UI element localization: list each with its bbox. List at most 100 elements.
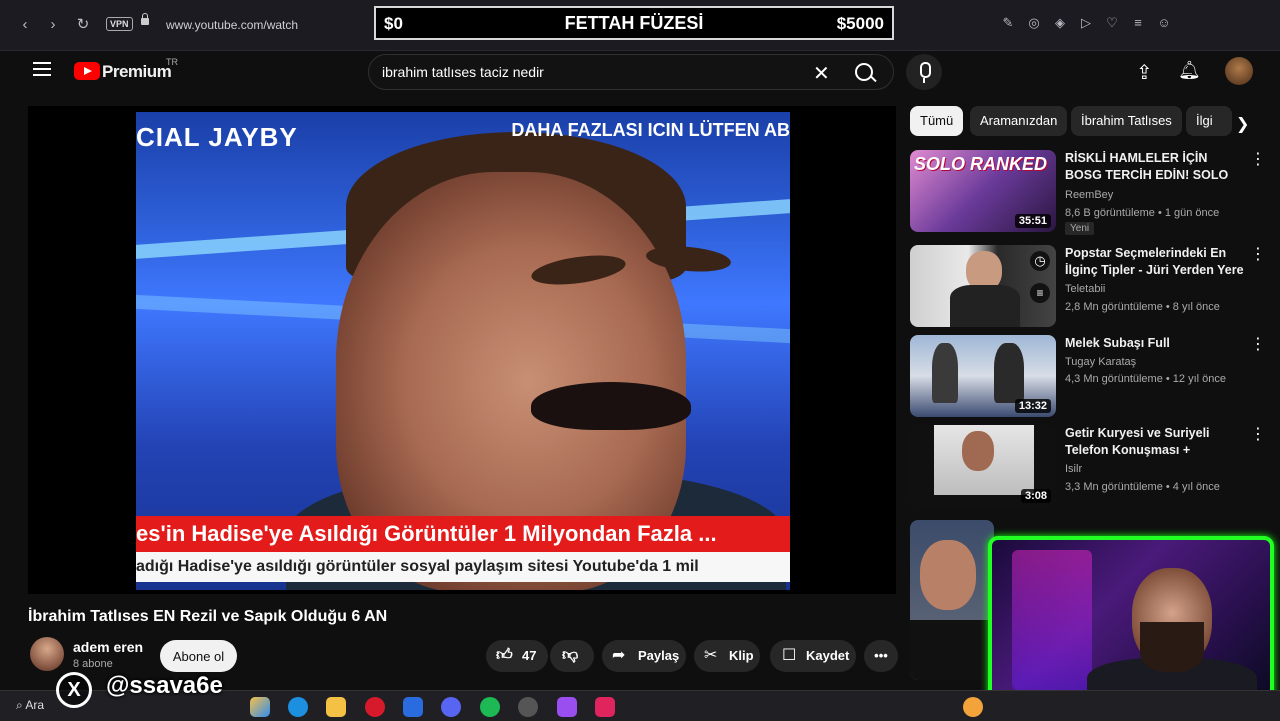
yandex-icon[interactable]	[595, 697, 615, 717]
social-handle-watermark: @ssava6e	[56, 672, 223, 700]
clip-label: Klip	[729, 648, 754, 663]
spotify-icon[interactable]	[480, 697, 500, 717]
weather-icon[interactable]	[963, 697, 983, 717]
play-icon[interactable]: ▷	[1078, 15, 1094, 31]
recommendation-channel[interactable]: ReemBey	[1065, 189, 1113, 201]
chevron-right-icon[interactable]: ❯	[1236, 114, 1249, 134]
reload-icon[interactable]: ↻	[72, 14, 94, 36]
recommendation-title[interactable]: Popstar Seçmelerindeki En İlginç Tipler …	[1065, 245, 1245, 279]
recommendation-title[interactable]: Getir Kuryesi ve Suriyeli Telefon Konuşm…	[1065, 425, 1245, 459]
recommendation-item[interactable]: ◷ ≡ Popstar Seçmelerindeki En İlginç Tip…	[910, 245, 1270, 331]
clip-button[interactable]: ✂ Klip	[694, 640, 760, 672]
streamer-beard	[1140, 622, 1204, 672]
microphone-icon[interactable]	[906, 54, 942, 90]
lock-icon	[141, 13, 149, 25]
video-player[interactable]: CIAL JAYBY DAHA FAZLASI ICIN LÜTFEN AB e…	[28, 106, 896, 594]
recommendation-thumbnail-partial[interactable]	[910, 520, 994, 680]
video-thumbnail[interactable]: 13:32	[910, 335, 1056, 417]
recommendation-meta: 4,3 Mn görüntüleme • 12 yıl önce	[1065, 373, 1226, 385]
profile-icon[interactable]: ☺	[1156, 15, 1172, 31]
recommendation-channel[interactable]: Tugay Karataş	[1065, 356, 1136, 368]
search-input[interactable]: ibrahim tatlıses taciz nedir	[382, 64, 544, 80]
chip-from-search[interactable]: Aramanızdan	[970, 106, 1068, 136]
account-avatar[interactable]	[1225, 57, 1253, 85]
share-label: Paylaş	[638, 648, 680, 663]
save-button[interactable]: ☐ Kaydet	[770, 640, 856, 672]
opera-icon[interactable]	[365, 697, 385, 717]
chip-all[interactable]: Tümü	[910, 106, 964, 136]
obs-icon[interactable]	[518, 697, 538, 717]
mail-icon[interactable]	[403, 697, 423, 717]
dislike-button[interactable]: 👎︎	[550, 640, 594, 672]
list-icon[interactable]: ≡	[1130, 15, 1146, 31]
taskbar-search-label: Ara	[25, 698, 45, 712]
address-bar[interactable]: www.youtube.com/watch	[166, 18, 298, 32]
more-options-icon[interactable]: ⋮	[1250, 337, 1266, 353]
search-bar: ibrahim tatlıses taciz nedir ✕	[368, 54, 894, 90]
video-caption-top-left: CIAL JAYBY	[136, 122, 298, 152]
subscribe-button[interactable]: Abone ol	[160, 640, 237, 672]
app-icon[interactable]	[557, 697, 577, 717]
video-duration: 3:08	[1020, 489, 1051, 503]
edge-icon[interactable]	[288, 697, 308, 717]
video-thumbnail[interactable]: ◷ ≡	[910, 245, 1056, 327]
share-button[interactable]: ➦ Paylaş	[602, 640, 686, 672]
more-options-icon[interactable]: ⋮	[1250, 152, 1266, 168]
recommendation-channel[interactable]: Teletabii	[1065, 283, 1105, 295]
recommendation-title[interactable]: Melek Subaşı Full	[1065, 335, 1245, 352]
edit-icon[interactable]: ✎	[1000, 15, 1016, 31]
video-duration: 35:51	[1014, 214, 1051, 228]
channel-avatar[interactable]	[30, 637, 64, 671]
thumbs-up-icon: 👍︎	[496, 647, 513, 664]
camera-icon[interactable]: ◎	[1026, 15, 1042, 31]
menu-icon[interactable]	[33, 62, 51, 76]
recommendation-item[interactable]: 3:08 Getir Kuryesi ve Suriyeli Telefon K…	[910, 425, 1270, 511]
video-thumbnail[interactable]: SOLO RANKED 35:51	[910, 150, 1056, 232]
heart-icon[interactable]: ♡	[1104, 15, 1120, 31]
taskbar-search[interactable]: ⌕ Ara	[16, 698, 44, 713]
thumbnail-person	[994, 343, 1024, 403]
streamer-webcam	[988, 536, 1274, 708]
brand-label[interactable]: Premium	[102, 62, 172, 82]
subscriber-count: 8 abone	[73, 658, 113, 670]
news-ticker-headline: es'in Hadise'ye Asıldığı Görüntüler 1 Mi…	[136, 516, 790, 552]
copilot-icon[interactable]	[250, 697, 270, 717]
chip-ibrahim-tatlises[interactable]: İbrahim Tatlıses	[1071, 106, 1182, 136]
recommendation-channel[interactable]: Isilr	[1065, 463, 1082, 475]
video-title: İbrahim Tatlıses EN Rezil ve Sapık Olduğ…	[28, 608, 388, 625]
recommendation-meta: 8,6 B görüntüleme • 1 gün önce	[1065, 207, 1220, 219]
neon-light	[1012, 550, 1092, 690]
shield-icon[interactable]: ◈	[1052, 15, 1068, 31]
back-icon[interactable]: ‹	[14, 14, 36, 36]
video-thumbnail[interactable]: 3:08	[910, 425, 1056, 507]
discord-icon[interactable]	[441, 697, 461, 717]
recommendation-meta: 2,8 Mn görüntüleme • 8 yıl önce	[1065, 301, 1220, 313]
thumbnail-face	[962, 431, 994, 471]
thumbnail-person	[932, 343, 958, 403]
folder-icon[interactable]	[326, 697, 346, 717]
vpn-badge[interactable]: VPN	[106, 17, 133, 31]
youtube-logo-icon[interactable]	[74, 62, 100, 80]
video-frame: CIAL JAYBY DAHA FAZLASI ICIN LÜTFEN AB e…	[136, 112, 790, 590]
bell-icon[interactable]: 🔔︎	[1178, 60, 1201, 81]
more-options-icon[interactable]: ⋮	[1250, 427, 1266, 443]
queue-icon[interactable]: ≡	[1030, 283, 1050, 303]
search-icon[interactable]	[855, 63, 873, 81]
extension-toolbar: ✎ ◎ ◈ ▷ ♡ ≡ ☺	[1000, 15, 1172, 31]
news-ticker-subline: adığı Hadise'ye asıldığı görüntüler sosy…	[136, 552, 790, 582]
bookmark-icon: ☐	[782, 647, 797, 664]
more-options-icon[interactable]: ⋮	[1250, 247, 1266, 263]
chip-related[interactable]: İlgi	[1186, 106, 1232, 136]
stream-goal-banner: $0 FETTAH FÜZESİ $5000	[374, 6, 894, 40]
goal-end: $5000	[836, 14, 884, 33]
upload-icon[interactable]: ⇪	[1136, 60, 1153, 85]
channel-name[interactable]: adem eren	[73, 639, 143, 655]
more-actions-icon[interactable]: •••	[864, 640, 898, 672]
like-button[interactable]: 👍︎ 47	[486, 640, 548, 672]
recommendation-item[interactable]: 13:32 Melek Subaşı Full Tugay Karataş 4,…	[910, 335, 1270, 421]
clock-icon[interactable]: ◷	[1030, 251, 1050, 271]
forward-icon[interactable]: ›	[42, 14, 64, 36]
recommendation-title[interactable]: RİSKLİ HAMLELER İÇİN BOSG TERCİH EDİN! S…	[1065, 150, 1245, 184]
clear-icon[interactable]: ✕	[813, 61, 830, 86]
recommendation-item[interactable]: SOLO RANKED 35:51 RİSKLİ HAMLELER İÇİN B…	[910, 150, 1270, 236]
